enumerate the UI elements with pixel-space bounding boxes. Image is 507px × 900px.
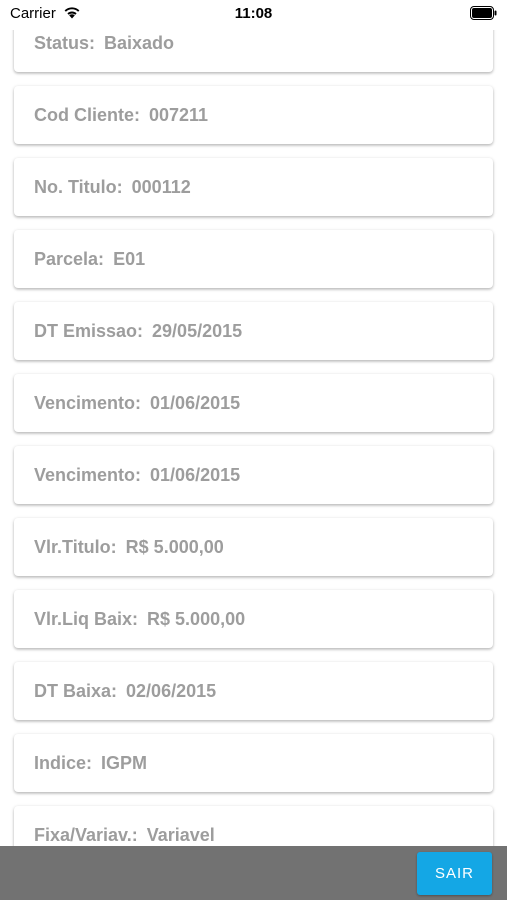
field-indice: Indice: IGPM xyxy=(14,734,493,792)
field-vencimento-2: Vencimento: 01/06/2015 xyxy=(14,446,493,504)
field-cod-cliente: Cod Cliente: 007211 xyxy=(14,86,493,144)
field-label: Vlr.Titulo: xyxy=(34,536,117,557)
field-value: E01 xyxy=(113,248,146,269)
field-label: Vencimento: xyxy=(34,392,142,413)
field-vlr-liq-baix: Vlr.Liq Baix: R$ 5.000,00 xyxy=(14,590,493,648)
field-label: Vlr.Liq Baix: xyxy=(34,608,139,629)
battery-icon xyxy=(470,6,497,20)
field-label: Status: xyxy=(34,32,96,53)
field-no-titulo: No. Titulo: 000112 xyxy=(14,158,493,216)
field-dt-baixa: DT Baixa: 02/06/2015 xyxy=(14,662,493,720)
field-label: Vencimento: xyxy=(34,464,142,485)
field-value: R$ 5.000,00 xyxy=(147,608,246,629)
field-value: 007211 xyxy=(149,104,209,125)
field-value: Baixado xyxy=(104,32,175,53)
field-value: Variavel xyxy=(146,824,215,845)
field-value: IGPM xyxy=(101,752,148,773)
field-value: 02/06/2015 xyxy=(126,680,217,701)
bottom-toolbar: SAIR xyxy=(0,846,507,900)
field-value: 000112 xyxy=(131,176,191,197)
field-label: Parcela: xyxy=(34,248,105,269)
field-vlr-titulo: Vlr.Titulo: R$ 5.000,00 xyxy=(14,518,493,576)
field-value: 29/05/2015 xyxy=(152,320,243,341)
field-dt-emissao: DT Emissao: 29/05/2015 xyxy=(14,302,493,360)
field-parcela: Parcela: E01 xyxy=(14,230,493,288)
field-label: Cod Cliente: xyxy=(34,104,140,125)
detail-list[interactable]: Status: Baixado Cod Cliente: 007211 No. … xyxy=(0,0,507,846)
field-value: 01/06/2015 xyxy=(150,392,241,413)
field-value: 01/06/2015 xyxy=(150,464,241,485)
field-fixa-variav: Fixa/Variav.: Variavel xyxy=(14,806,493,846)
exit-button[interactable]: SAIR xyxy=(417,852,492,895)
field-value: R$ 5.000,00 xyxy=(125,536,224,557)
field-vencimento: Vencimento: 01/06/2015 xyxy=(14,374,493,432)
clock: 11:08 xyxy=(234,5,273,22)
field-label: Indice: xyxy=(34,752,93,773)
field-label: Fixa/Variav.: xyxy=(34,824,138,845)
field-label: No. Titulo: xyxy=(34,176,123,197)
field-label: DT Baixa: xyxy=(34,680,118,701)
status-bar: Carrier 11:08 xyxy=(0,0,507,30)
field-label: DT Emissao: xyxy=(34,320,144,341)
